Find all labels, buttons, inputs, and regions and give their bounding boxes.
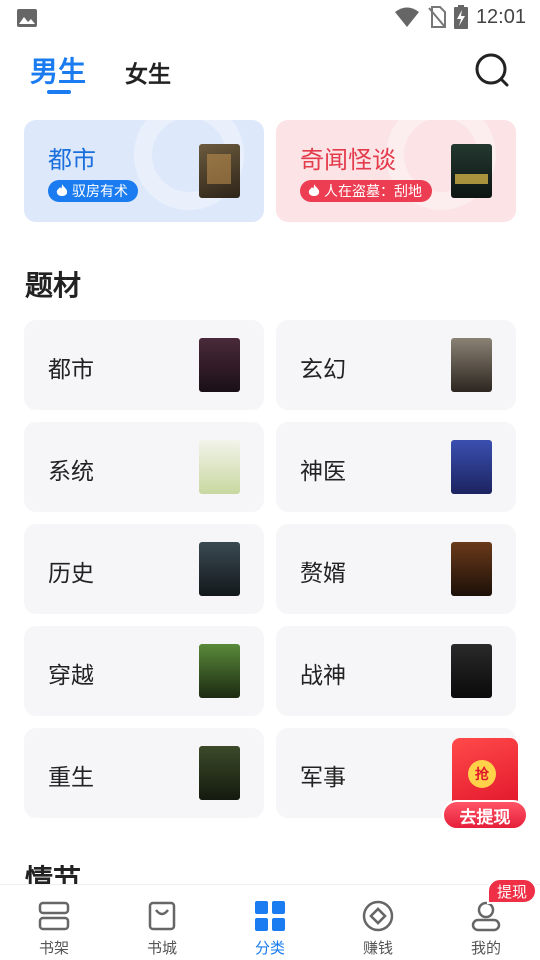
book-cover [451,542,492,596]
flame-icon [56,184,68,196]
status-bar: 12:01 [0,0,540,36]
nav-label: 书城 [146,939,177,957]
featured-title: 奇闻怪谈 [300,146,396,174]
category-card[interactable]: 都市 [24,320,264,410]
wifi-icon [394,7,419,27]
nav-label: 我的 [470,939,501,957]
category-grid-icon [255,901,285,931]
flame-icon [308,184,320,196]
nav-label: 分类 [254,939,285,957]
category-card[interactable]: 历史 [24,524,264,614]
category-card[interactable]: 战神 [276,626,516,716]
section-title-themes: 题材 [25,269,82,302]
nav-item-earn[interactable]: 赚钱 [324,885,432,960]
bookshelf-icon [38,901,70,931]
hot-badge: 驭房有术 [48,180,138,202]
featured-card-urban[interactable]: 都市 驭房有术 [24,120,264,222]
withdraw-label: 去提现 [442,800,528,830]
category-label: 系统 [48,459,94,485]
category-card[interactable]: 系统 [24,422,264,512]
grab-coin-icon: 抢 [468,760,496,788]
no-sim-icon [428,6,446,28]
nav-item-category[interactable]: 分类 [216,885,324,960]
book-cover [199,338,240,392]
category-label: 神医 [300,459,346,485]
search-icon[interactable] [472,50,512,90]
tab-female[interactable]: 女生 [125,55,171,89]
hot-badge: 人在盗墓：刮地 [300,180,432,202]
book-cover [199,440,240,494]
book-cover [199,144,240,198]
book-cover [451,144,492,198]
category-label: 都市 [48,357,94,383]
withdraw-redpacket-button[interactable]: 抢 去提现 [440,738,530,834]
battery-charging-icon [453,5,468,29]
withdraw-badge[interactable]: 提现 [487,878,538,904]
book-cover [199,542,240,596]
profile-icon [471,901,501,932]
nav-label: 书架 [38,939,69,957]
book-cover [451,644,492,698]
store-bag-icon [148,901,176,931]
clock: 12:01 [475,5,526,28]
image-notification-icon [17,9,37,27]
category-label: 穿越 [48,663,94,689]
category-card[interactable]: 重生 [24,728,264,818]
category-label: 赘婿 [300,561,346,587]
category-label: 重生 [48,765,94,791]
coin-icon [362,900,394,932]
nav-item-store[interactable]: 书城 [108,885,216,960]
category-label: 战神 [300,663,346,689]
category-card[interactable]: 玄幻 [276,320,516,410]
featured-title: 都市 [48,146,96,174]
nav-label: 赚钱 [362,939,393,957]
book-cover [451,338,492,392]
hot-book-title: 人在盗墓：刮地 [324,184,422,200]
book-cover [199,644,240,698]
category-label: 军事 [300,765,346,791]
tab-male[interactable]: 男生 [30,50,86,90]
book-cover [199,746,240,800]
category-label: 玄幻 [300,357,346,383]
bottom-nav: 书架 书城 分类 赚钱 我的 [0,884,540,960]
category-card[interactable]: 神医 [276,422,516,512]
category-card[interactable]: 赘婿 [276,524,516,614]
featured-card-strange[interactable]: 奇闻怪谈 人在盗墓：刮地 [276,120,516,222]
hot-book-title: 驭房有术 [72,184,128,200]
category-label: 历史 [48,561,94,587]
nav-item-bookshelf[interactable]: 书架 [0,885,108,960]
book-cover [451,440,492,494]
category-card[interactable]: 穿越 [24,626,264,716]
header: 男生 女生 [0,44,540,100]
active-tab-indicator [47,90,71,94]
